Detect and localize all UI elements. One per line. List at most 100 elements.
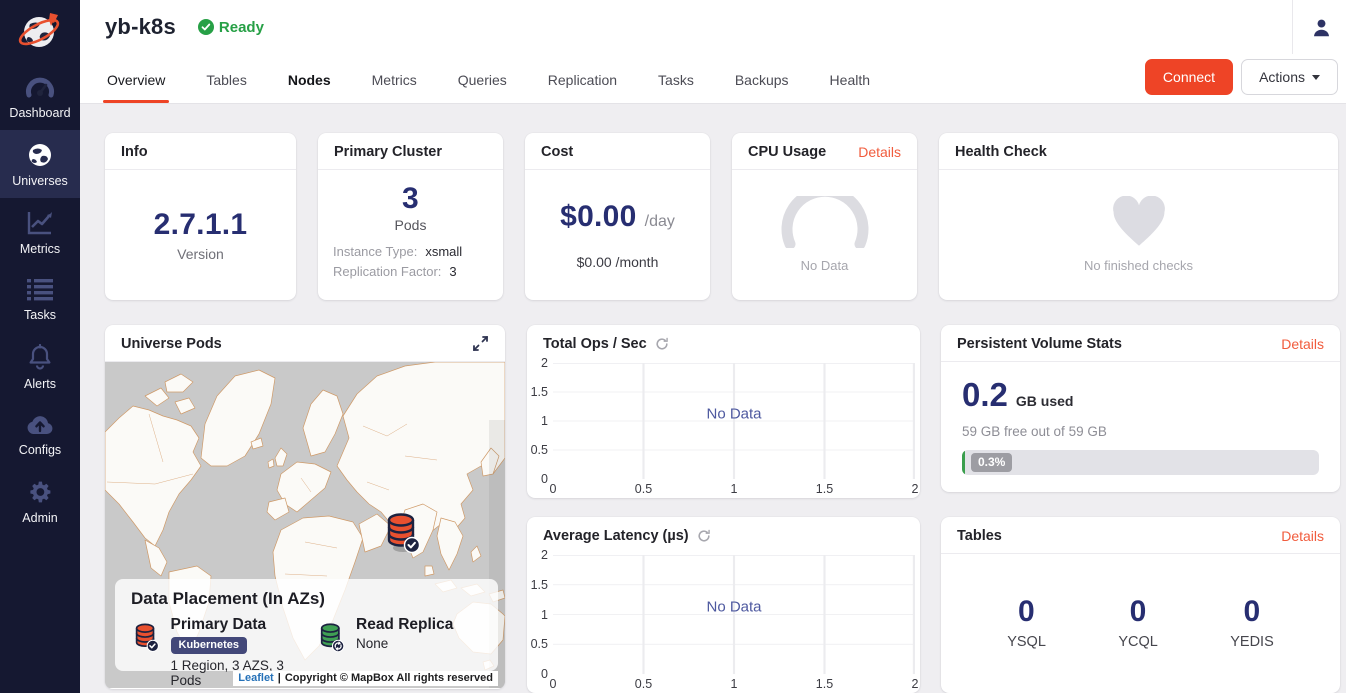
yugabyte-logo[interactable] [0,0,80,62]
read-replica-value: None [356,636,453,651]
map-attribution: Leaflet | Copyright © MapBox All rights … [233,671,498,686]
ycql-count: 0 [1130,595,1147,629]
sidebar-item-configs[interactable]: Configs [0,401,80,467]
tab-overview[interactable]: Overview [105,72,167,103]
tab-tasks[interactable]: Tasks [656,72,696,103]
cpu-details-link[interactable]: Details [858,144,901,160]
tab-backups[interactable]: Backups [733,72,791,103]
gauge-arc-icon [777,196,873,248]
y-tick: 1.5 [531,578,548,592]
sidebar-item-alerts[interactable]: Alerts [0,332,80,401]
x-tick: 0 [550,482,557,496]
instance-type-label: Instance Type: [333,244,417,259]
yedis-label: YEDIS [1230,634,1274,650]
pod-location-marker-icon[interactable] [381,508,423,554]
primary-cluster-card: Primary Cluster 3 Pods Instance Type: xs… [318,133,503,300]
card-title: Average Latency (µs) [543,528,689,544]
replication-factor-value: 3 [449,264,456,279]
y-tick: 1 [541,414,548,428]
volume-percent-badge: 0.3% [971,453,1012,472]
alerts-bell-icon [27,344,53,371]
caret-down-icon [1312,75,1320,80]
sidebar-item-label: Alerts [24,377,56,391]
x-tick: 2 [912,677,919,691]
connect-button[interactable]: Connect [1145,59,1233,95]
sidebar-item-label: Metrics [20,242,60,256]
tab-metrics[interactable]: Metrics [370,72,419,103]
main-area: yb-k8s Ready Overview Tables Nodes Metri… [80,0,1346,693]
data-placement-title: Data Placement (In AZs) [131,589,482,609]
y-tick: 0 [541,667,548,681]
status-label: Ready [219,19,264,36]
card-title: Primary Cluster [334,144,442,160]
card-title: Tables [957,528,1002,544]
x-tick: 1 [731,482,738,496]
tab-health[interactable]: Health [828,72,872,103]
overview-content: Info 2.7.1.1 Version Primary Cluster 3 P… [80,104,1346,693]
tasks-list-icon [26,278,54,302]
leaflet-link[interactable]: Leaflet [238,672,273,684]
yedis-count-block: 0 YEDIS [1230,595,1274,650]
card-title: Info [121,144,148,160]
y-tick: 1 [541,608,548,622]
volume-used-unit: GB used [1016,393,1074,409]
x-tick: 2 [912,482,919,496]
average-latency-plot-area: 2 1.5 1 0.5 0 0 0.5 1 1.5 2 No Data [553,555,915,674]
total-ops-plot-area: 2 1.5 1 0.5 0 0 0.5 1 1.5 2 No Data [553,363,915,479]
volume-used-value: 0.2 [962,376,1008,414]
tab-tables[interactable]: Tables [204,72,248,103]
x-tick: 0.5 [635,482,652,496]
cost-per-day-value: $0.00 [560,200,637,234]
kubernetes-badge: Kubernetes [171,637,248,654]
user-menu[interactable] [1292,0,1346,54]
card-title: CPU Usage [748,144,826,160]
cost-per-day-unit: /day [645,213,675,231]
x-tick: 1.5 [816,677,833,691]
average-latency-chart-card: Average Latency (µs) [527,517,920,693]
instance-type-value: xsmall [425,244,462,259]
x-tick: 0 [550,677,557,691]
tab-queries[interactable]: Queries [456,72,509,103]
card-title: Persistent Volume Stats [957,336,1122,352]
sidebar-item-label: Configs [19,443,61,457]
pods-count: 3 [402,182,419,216]
tables-details-link[interactable]: Details [1281,528,1324,544]
volume-details-link[interactable]: Details [1281,336,1324,352]
refresh-icon[interactable] [697,529,711,543]
sidebar: Dashboard Universes Metrics Tasks [0,0,80,693]
y-tick: 0 [541,472,548,486]
sidebar-item-admin[interactable]: Admin [0,467,80,535]
sidebar-item-tasks[interactable]: Tasks [0,266,80,332]
refresh-icon[interactable] [655,337,669,351]
tab-replication[interactable]: Replication [546,72,619,103]
x-tick: 1 [731,677,738,691]
primary-data-db-icon [131,616,161,656]
attribution-separator: | [278,672,281,684]
version-label: Version [177,246,224,262]
attribution-copyright: Copyright © MapBox All rights reserved [285,672,493,684]
planet-rocket-logo-icon [16,7,64,55]
admin-gear-icon [27,479,53,505]
sidebar-item-metrics[interactable]: Metrics [0,198,80,266]
read-replica-label: Read Replica [356,616,453,634]
y-tick: 2 [541,356,548,370]
metrics-chart-icon [26,210,54,236]
universe-globe-icon [27,142,53,168]
total-ops-chart-card: Total Ops / Sec [527,325,920,498]
read-replica-db-icon [316,616,346,656]
volume-progress-fill [962,450,965,475]
heart-icon [1110,196,1168,248]
actions-dropdown-button[interactable]: Actions [1241,59,1338,95]
sidebar-item-dashboard[interactable]: Dashboard [0,62,80,130]
tables-card: Tables Details 0 YSQL 0 YCQL 0 [941,517,1340,693]
sidebar-item-label: Universes [12,174,68,188]
data-placement-overlay: Data Placement (In AZs) [115,579,498,671]
primary-data-label: Primary Data [171,616,316,634]
sidebar-item-universes[interactable]: Universes [0,130,80,198]
y-tick: 0.5 [531,637,548,651]
expand-icon[interactable] [472,335,489,352]
tab-nodes[interactable]: Nodes [286,72,333,103]
world-map[interactable]: Data Placement (In AZs) [105,362,505,688]
sidebar-item-label: Admin [22,511,57,525]
replication-factor-label: Replication Factor: [333,264,441,279]
